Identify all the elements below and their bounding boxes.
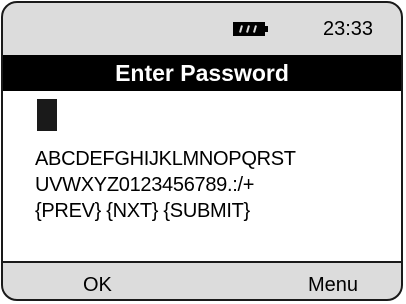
ok-softkey[interactable]: OK — [83, 273, 112, 297]
menu-softkey[interactable]: Menu — [308, 273, 358, 297]
title-bar: Enter Password — [3, 55, 401, 91]
status-bar: 23:33 — [3, 3, 401, 53]
character-row-commands[interactable]: {PREV} {NXT} {SUBMIT} — [35, 199, 250, 223]
device-screen: 23:33 Enter Password ABCDEFGHIJKLMNOPQRS… — [1, 1, 403, 301]
character-row-digits[interactable]: UVWXYZ0123456789.:/+ — [35, 173, 254, 197]
character-row-letters[interactable]: ABCDEFGHIJKLMNOPQRST — [35, 147, 296, 171]
page-title: Enter Password — [115, 60, 289, 86]
clock: 23:33 — [323, 18, 374, 40]
password-input[interactable] — [37, 99, 267, 131]
text-cursor — [37, 99, 57, 131]
battery-full-icon — [233, 22, 269, 36]
password-entry-panel: ABCDEFGHIJKLMNOPQRST UVWXYZ0123456789.:/… — [3, 91, 401, 263]
